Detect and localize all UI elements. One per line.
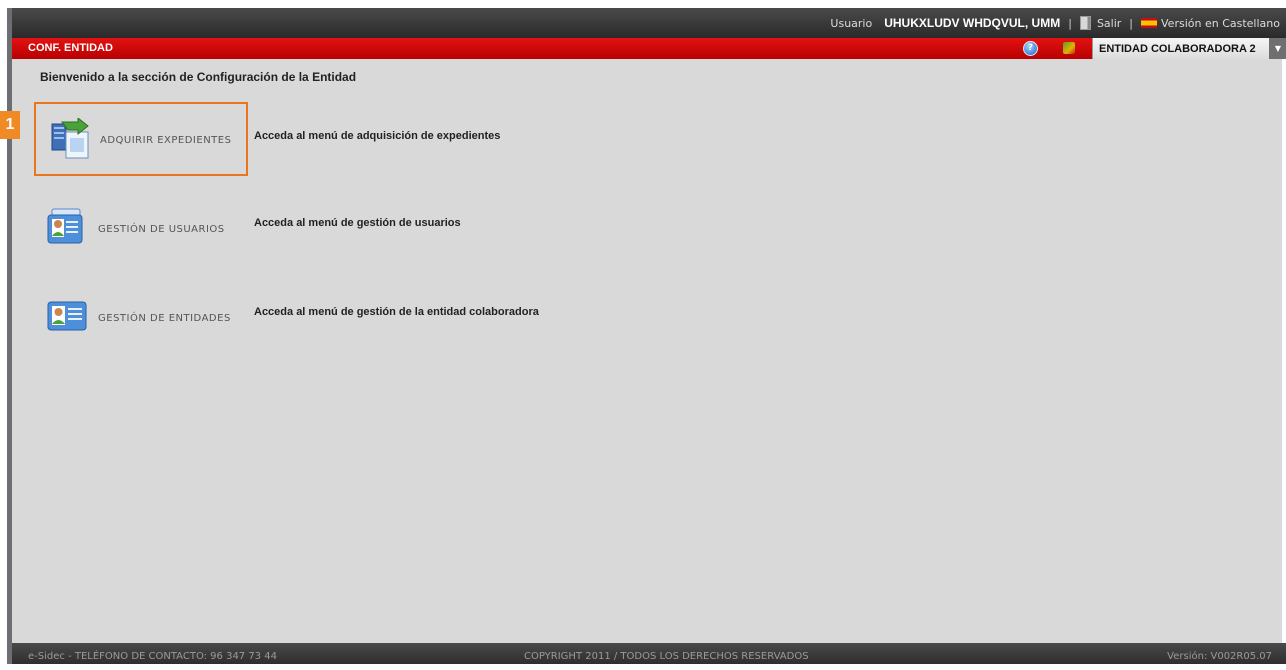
refresh-icon[interactable] <box>1063 42 1075 54</box>
footer-version: Versión: V002R05.07 <box>1167 651 1272 662</box>
logout-label: Salir <box>1096 16 1122 30</box>
section-header-bar: CONF. ENTIDAD ? ENTIDAD COLABORADORA 2 ▼ <box>12 38 1286 59</box>
entity-selected-value: ENTIDAD COLABORADORA 2 <box>1099 42 1256 55</box>
acquire-files-icon <box>51 118 89 159</box>
entity-card-icon <box>47 301 87 331</box>
menu-label: GESTIÓN DE ENTIDADES <box>98 313 231 324</box>
welcome-text: Bienvenido a la sección de Configuración… <box>40 70 357 84</box>
menu-label: ADQUIRIR EXPEDIENTES <box>100 135 232 146</box>
step-number-badge: 1 <box>0 111 20 139</box>
user-label: Usuario <box>830 16 873 30</box>
separator: | <box>1129 16 1134 30</box>
menu-description: Acceda al menú de gestión de la entidad … <box>254 306 539 318</box>
manage-entities-button[interactable]: GESTIÓN DE ENTIDADES <box>34 280 248 354</box>
footer-contact: e-Sidec - TELÉFONO DE CONTACTO: 96 347 7… <box>28 651 277 662</box>
logout-link[interactable]: Salir <box>1079 16 1122 30</box>
top-user-bar: Usuario UHUKXLUDV WHDQVUL, UMM | Salir |… <box>12 8 1286 38</box>
footer-copyright: COPYRIGHT 2011 / TODOS LOS DERECHOS RESE… <box>524 651 809 662</box>
separator: | <box>1068 16 1072 30</box>
user-name: UHUKXLUDV WHDQVUL, UMM <box>884 16 1061 30</box>
users-icon <box>47 208 83 244</box>
spain-flag-icon <box>1141 18 1158 28</box>
manage-users-button[interactable]: GESTIÓN DE USUARIOS <box>34 191 248 265</box>
acquire-files-button[interactable]: ADQUIRIR EXPEDIENTES <box>34 102 248 176</box>
door-icon <box>1079 16 1091 30</box>
language-link[interactable]: Versión en Castellano <box>1141 17 1280 30</box>
help-icon[interactable]: ? <box>1023 41 1038 56</box>
entity-selector[interactable]: ENTIDAD COLABORADORA 2 ▼ <box>1092 38 1286 59</box>
footer-bar: e-Sidec - TELÉFONO DE CONTACTO: 96 347 7… <box>12 643 1286 664</box>
menu-label: GESTIÓN DE USUARIOS <box>98 224 225 235</box>
section-title: CONF. ENTIDAD <box>28 42 113 54</box>
chevron-down-icon[interactable]: ▼ <box>1269 38 1286 59</box>
main-content: Bienvenido a la sección de Configuración… <box>12 59 1282 643</box>
language-label: Versión en Castellano <box>1161 16 1280 30</box>
menu-description: Acceda al menú de gestión de usuarios <box>254 217 461 229</box>
menu-description: Acceda al menú de adquisición de expedie… <box>254 130 501 142</box>
